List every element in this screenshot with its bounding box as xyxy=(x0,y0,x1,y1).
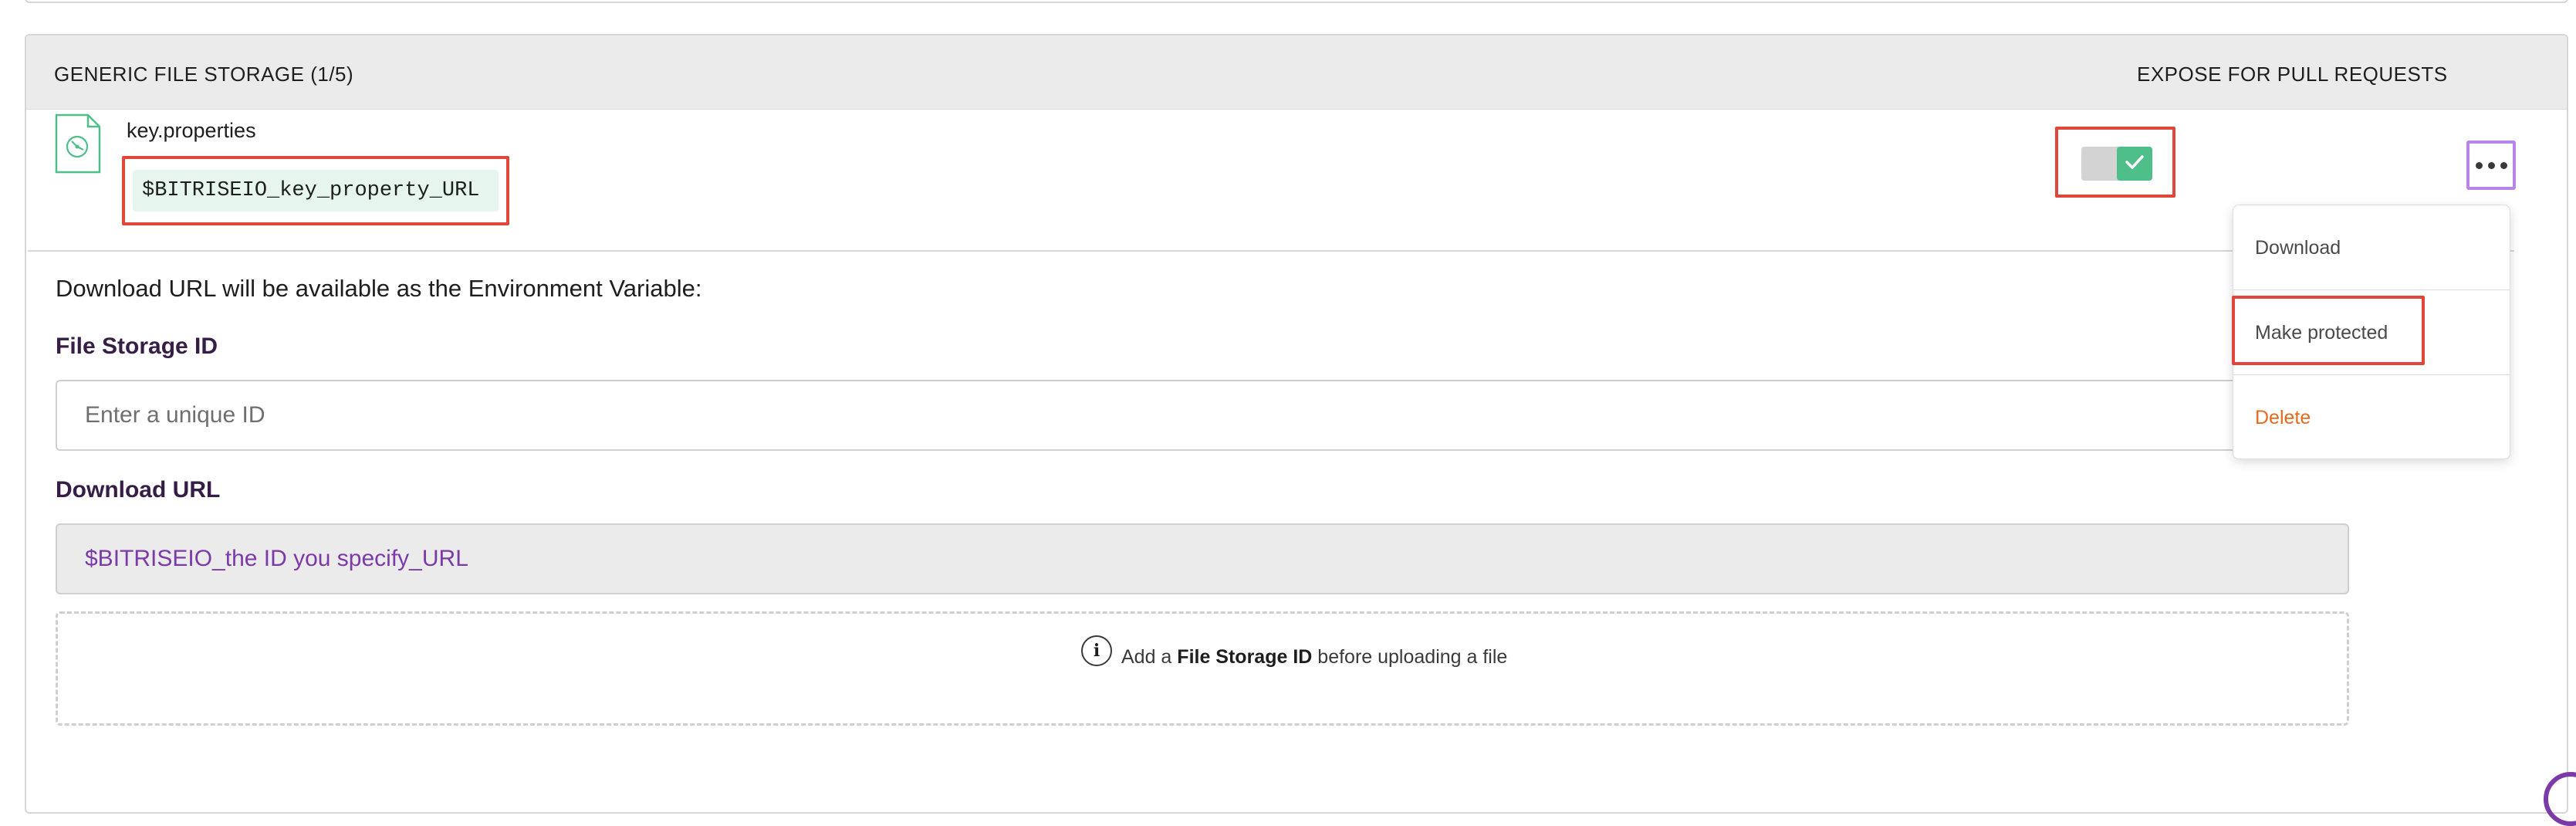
expose-column-label: EXPOSE FOR PULL REQUESTS xyxy=(2137,63,2448,86)
section-divider xyxy=(28,250,2514,252)
check-icon xyxy=(2125,154,2145,174)
toggle-knob xyxy=(2117,147,2152,181)
more-dots-icon xyxy=(2487,161,2495,169)
menu-item-make-protected[interactable]: Make protected xyxy=(2233,290,2510,375)
dropzone-text-suffix: before uploading a file xyxy=(1317,645,1508,668)
more-options-button[interactable] xyxy=(2466,140,2516,190)
file-upload-dropzone[interactable]: i Add a File Storage ID before uploading… xyxy=(56,611,2349,726)
menu-item-delete[interactable]: Delete xyxy=(2233,375,2510,460)
download-url-label: Download URL xyxy=(56,477,221,503)
dropzone-message: i Add a File Storage ID before uploading… xyxy=(1081,635,1507,672)
file-storage-id-input[interactable] xyxy=(56,380,2349,451)
more-dots-icon xyxy=(2475,161,2483,169)
env-variable-chip[interactable]: $BITRISEIO_key_property_URL xyxy=(133,170,499,212)
file-name: key.properties xyxy=(127,119,256,142)
menu-item-download[interactable]: Download xyxy=(2233,205,2510,290)
env-variable-description: Download URL will be available as the En… xyxy=(56,275,702,302)
dropzone-text-emphasis: File Storage ID xyxy=(1177,645,1313,668)
previous-panel-edge xyxy=(25,0,2568,3)
dropzone-text: Add a File Storage ID before uploading a… xyxy=(1121,646,1507,669)
file-actions-menu: Download Make protected Delete xyxy=(2233,205,2510,459)
download-url-field: $BITRISEIO_the ID you specify_URL xyxy=(56,523,2349,594)
section-title: GENERIC FILE STORAGE (1/5) xyxy=(54,63,354,86)
dropzone-text-prefix: Add a xyxy=(1121,645,1172,668)
more-dots-icon xyxy=(2500,161,2507,169)
info-icon: i xyxy=(1081,635,1112,666)
file-storage-id-label: File Storage ID xyxy=(56,333,218,359)
expose-toggle-highlight xyxy=(2055,127,2175,198)
env-variable-highlight: $BITRISEIO_key_property_URL xyxy=(122,156,509,225)
card-header: GENERIC FILE STORAGE (1/5) EXPOSE FOR PU… xyxy=(26,36,2567,110)
file-storage-icon xyxy=(54,113,102,174)
expose-for-pull-requests-toggle[interactable] xyxy=(2081,147,2152,181)
